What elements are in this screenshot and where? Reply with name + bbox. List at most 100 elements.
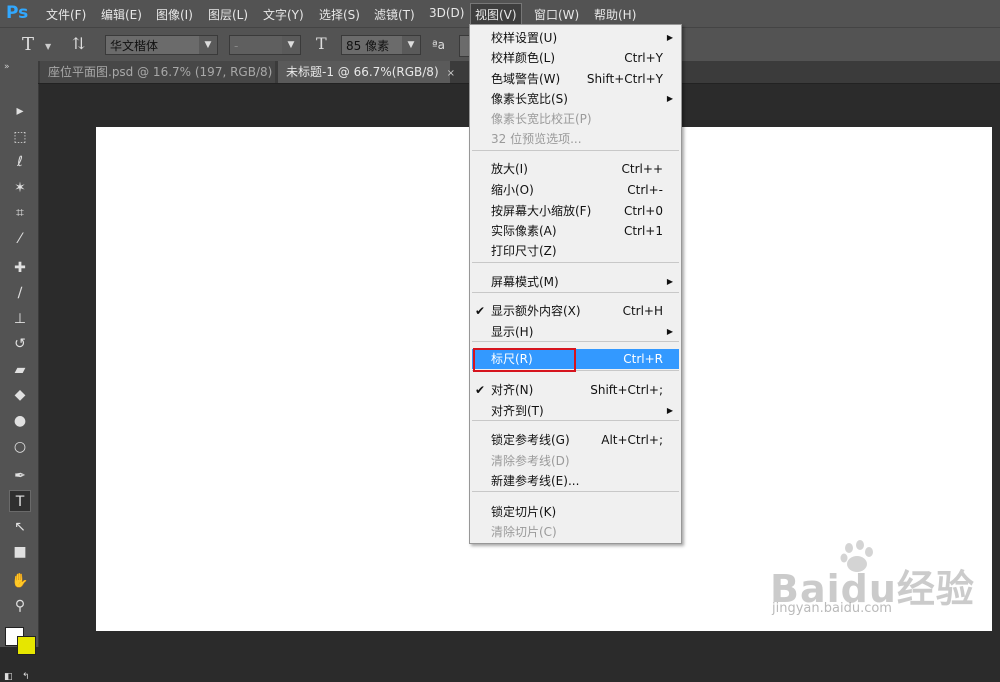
menu-4[interactable]: 文字(Y)	[263, 6, 304, 23]
zoom-icon[interactable]: ⚲	[9, 595, 31, 617]
hand-icon[interactable]: ✋	[9, 570, 31, 592]
font-size-icon: T	[316, 34, 327, 53]
view-menu-item[interactable]: 校样设置(U) ▶	[472, 28, 679, 48]
healing-brush-icon[interactable]: ✚	[9, 257, 31, 279]
menu-separator	[472, 292, 679, 293]
default-colors-icon[interactable]: ◧	[4, 672, 13, 682]
text-orientation-icon[interactable]: ⇅	[72, 34, 85, 53]
view-menu-item[interactable]: 对齐到(T) ▶	[472, 401, 679, 421]
brush-icon[interactable]: ∕	[9, 282, 31, 304]
view-menu-item[interactable]: ✔ 显示额外内容(X) Ctrl+H	[472, 301, 679, 321]
highlight-annotation-box	[473, 348, 576, 372]
view-menu-item[interactable]: 按屏幕大小缩放(F) Ctrl+0	[472, 201, 679, 221]
lasso-icon[interactable]: ℓ	[9, 151, 31, 173]
view-menu-item[interactable]: 缩小(O) Ctrl+-	[472, 180, 679, 200]
menu-separator	[472, 491, 679, 492]
marquee-icon[interactable]: ⬚	[9, 126, 31, 148]
menu-8[interactable]: 视图(V)	[470, 3, 522, 26]
menu-item-label: 对齐到(T)	[491, 404, 544, 418]
menu-0[interactable]: 文件(F)	[46, 6, 86, 23]
menu-item-label: 32 位预览选项...	[491, 132, 582, 146]
dodge-icon[interactable]: ○	[9, 436, 31, 458]
submenu-arrow-icon: ▶	[666, 277, 673, 286]
view-menu-item[interactable]: 像素长宽比(S) ▶	[472, 89, 679, 109]
view-menu-item[interactable]: 色域警告(W) Shift+Ctrl+Y	[472, 69, 679, 89]
pen-icon[interactable]: ✒	[9, 465, 31, 487]
menu-item-label: 色域警告(W)	[491, 72, 561, 86]
menu-7[interactable]: 3D(D)	[429, 6, 464, 20]
preset-dropdown-arrow-icon[interactable]: ▼	[45, 42, 51, 51]
move-icon[interactable]: ▸	[9, 100, 31, 122]
view-menu-item[interactable]: 打印尺寸(Z)	[472, 241, 679, 261]
menu-item-shortcut: Ctrl+H	[622, 304, 663, 318]
menu-item-label: 校样设置(U)	[491, 31, 558, 45]
background-color-swatch[interactable]	[17, 636, 36, 655]
anti-alias-icon[interactable]: ªa	[432, 38, 445, 52]
menu-item-label: 像素长宽比(S)	[491, 92, 568, 106]
view-menu-item: 清除切片(C)	[472, 522, 679, 542]
font-size-select[interactable]: 85 像素 ▼	[341, 35, 421, 55]
rectangle-icon[interactable]: ■	[9, 541, 31, 563]
submenu-arrow-icon: ▶	[666, 406, 673, 415]
menu-bar: Ps 文件(F) 编辑(E) 图像(I) 图层(L) 文字(Y) 选择(S) 滤镜(T) 3D…	[0, 0, 1000, 27]
eyedropper-icon[interactable]: ⁄	[9, 228, 31, 250]
chevron-down-icon: ▼	[199, 36, 217, 54]
collapse-icon[interactable]: »	[4, 62, 10, 72]
view-menu-item[interactable]: 校样颜色(L) Ctrl+Y	[472, 48, 679, 68]
menu-separator	[472, 150, 679, 151]
font-size-value: 85 像素	[346, 39, 390, 53]
chevron-down-icon: ▼	[282, 36, 300, 54]
type-tool-preset-icon[interactable]: T	[22, 34, 34, 55]
view-menu-item[interactable]: 显示(H) ▶	[472, 322, 679, 342]
history-brush-icon[interactable]: ↺	[9, 333, 31, 355]
view-menu-item[interactable]: 屏幕模式(M) ▶	[472, 272, 679, 292]
checkmark-icon: ✔	[475, 383, 486, 397]
close-icon[interactable]: ×	[447, 68, 455, 79]
view-menu-item: 32 位预览选项...	[472, 129, 679, 149]
menu-item-label: 实际像素(A)	[491, 224, 557, 238]
menu-item-label: 新建参考线(E)...	[491, 474, 580, 488]
view-menu-item[interactable]: ✔ 对齐(N) Shift+Ctrl+;	[472, 380, 679, 400]
menu-9[interactable]: 窗口(W)	[534, 6, 579, 23]
paint-bucket-icon[interactable]: ◆	[9, 384, 31, 406]
view-menu-item[interactable]: 锁定切片(K)	[472, 502, 679, 522]
tab-untitled-1[interactable]: 未标题-1 @ 66.7%(RGB/8) ×	[278, 61, 455, 83]
clone-stamp-icon[interactable]: ⊥	[9, 308, 31, 330]
menu-item-label: 打印尺寸(Z)	[491, 244, 557, 258]
menu-6[interactable]: 滤镜(T)	[374, 6, 415, 23]
menu-item-label: 清除参考线(D)	[491, 454, 570, 468]
menu-item-label: 校样颜色(L)	[491, 51, 556, 65]
tab-seat-plan[interactable]: 座位平面图.psd @ 16.7% (197, RGB/8)×	[40, 61, 289, 83]
photoshop-logo: Ps	[6, 3, 29, 23]
tab-label: 未标题-1 @ 66.7%(RGB/8)	[286, 65, 439, 79]
path-selection-icon[interactable]: ↖	[9, 516, 31, 538]
menu-5[interactable]: 选择(S)	[319, 6, 360, 23]
font-family-value: 华文楷体	[110, 39, 159, 53]
swap-colors-icon[interactable]: ↰	[22, 672, 30, 682]
view-menu-item[interactable]: 锁定参考线(G) Alt+Ctrl+;	[472, 430, 679, 450]
menu-2[interactable]: 图像(I)	[156, 6, 193, 23]
menu-10[interactable]: 帮助(H)	[594, 6, 636, 23]
view-menu-item[interactable]: 实际像素(A) Ctrl+1	[472, 221, 679, 241]
type-icon[interactable]: T	[9, 490, 31, 512]
menu-item-label: 缩小(O)	[491, 183, 534, 197]
menu-item-label: 按屏幕大小缩放(F)	[491, 204, 592, 218]
view-menu-item: 像素长宽比校正(P)	[472, 109, 679, 129]
eraser-icon[interactable]: ▰	[9, 359, 31, 381]
menu-3[interactable]: 图层(L)	[208, 6, 248, 23]
view-menu-item[interactable]: 新建参考线(E)...	[472, 471, 679, 491]
menu-1[interactable]: 编辑(E)	[101, 6, 142, 23]
font-style-select[interactable]: - ▼	[229, 35, 301, 55]
menu-item-label: 放大(I)	[491, 162, 528, 176]
font-family-select[interactable]: 华文楷体 ▼	[105, 35, 218, 55]
menu-item-shortcut: Alt+Ctrl+;	[601, 433, 663, 447]
view-menu-item[interactable]: 放大(I) Ctrl++	[472, 159, 679, 179]
blur-icon[interactable]: ●	[9, 410, 31, 432]
crop-icon[interactable]: ⌗	[9, 202, 31, 224]
magic-wand-icon[interactable]: ✶	[9, 177, 31, 199]
menu-item-label: 锁定切片(K)	[491, 505, 557, 519]
submenu-arrow-icon: ▶	[666, 33, 673, 42]
menu-item-label: 屏幕模式(M)	[491, 275, 559, 289]
checkmark-icon: ✔	[475, 304, 486, 318]
menu-item-shortcut: Shift+Ctrl+Y	[586, 72, 663, 86]
